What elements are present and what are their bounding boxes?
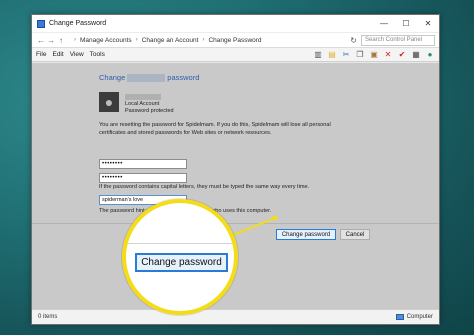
account-card: ● Local Account Password protected bbox=[99, 92, 174, 115]
user-avatar-icon: ● bbox=[99, 92, 119, 112]
change-password-button[interactable]: Change password bbox=[276, 229, 336, 240]
menu-bar: File Edit View Tools ▥ ▤ ✂ ❐ ▣ ✕ ✔ ▦ ● bbox=[32, 47, 439, 62]
menu-edit[interactable]: Edit bbox=[52, 51, 63, 58]
check-icon[interactable]: ✔ bbox=[397, 50, 407, 60]
status-location-label: Computer bbox=[406, 314, 433, 320]
redacted-account-name bbox=[125, 94, 161, 100]
cut-icon[interactable]: ✂ bbox=[341, 50, 351, 60]
layout-icon[interactable]: ▦ bbox=[411, 50, 421, 60]
back-arrow-icon[interactable]: ← bbox=[36, 36, 46, 45]
page-title-prefix: Change bbox=[99, 73, 126, 82]
globe-icon[interactable]: ● bbox=[425, 50, 435, 60]
window-controls: — ☐ ✕ bbox=[373, 15, 439, 32]
status-bar: 0 items Computer bbox=[32, 309, 439, 324]
search-input[interactable]: Search Control Panel bbox=[361, 34, 435, 46]
copy-icon[interactable]: ❐ bbox=[355, 50, 365, 60]
status-location: Computer bbox=[395, 314, 433, 320]
reset-warning-text: You are resetting the password for Spide… bbox=[99, 122, 331, 136]
menu-view[interactable]: View bbox=[70, 51, 84, 58]
pane-icon[interactable]: ▥ bbox=[313, 50, 323, 60]
title-bar: Change Password — ☐ ✕ bbox=[32, 15, 439, 32]
item-count: 0 items bbox=[38, 314, 58, 320]
breadcrumb-manage-accounts[interactable]: Manage Accounts bbox=[78, 37, 134, 44]
account-info: Local Account Password protected bbox=[125, 92, 174, 115]
breadcrumb: › Manage Accounts › Change an Account › … bbox=[72, 37, 264, 44]
redacted-username bbox=[127, 73, 166, 82]
cancel-button[interactable]: Cancel bbox=[340, 229, 370, 240]
menu-file[interactable]: File bbox=[36, 51, 46, 58]
window-title: Change Password bbox=[49, 20, 107, 27]
case-sensitivity-note: If the password contains capital letters… bbox=[99, 184, 310, 190]
folder-icon[interactable]: ▤ bbox=[327, 50, 337, 60]
paste-icon[interactable]: ▣ bbox=[369, 50, 379, 60]
breadcrumb-change-password[interactable]: Change Password bbox=[206, 37, 263, 44]
change-password-window: Change Password — ☐ ✕ ← → ↑ › Manage Acc… bbox=[31, 14, 440, 325]
magnifier-callout: Change password bbox=[122, 199, 238, 315]
page-title-suffix: password bbox=[167, 73, 200, 82]
minimize-button[interactable]: — bbox=[373, 15, 395, 32]
page-title: Change password bbox=[99, 73, 199, 82]
breadcrumb-change-account[interactable]: Change an Account bbox=[140, 37, 201, 44]
toolbar: ▥ ▤ ✂ ❐ ▣ ✕ ✔ ▦ ● bbox=[313, 50, 435, 60]
magnified-divider bbox=[126, 243, 234, 244]
up-arrow-icon[interactable]: ↑ bbox=[56, 36, 66, 45]
delete-icon[interactable]: ✕ bbox=[383, 50, 393, 60]
refresh-icon[interactable]: ↻ bbox=[346, 36, 361, 45]
new-password-field[interactable]: •••••••• bbox=[99, 159, 187, 169]
close-button[interactable]: ✕ bbox=[417, 15, 439, 32]
divider bbox=[32, 223, 439, 224]
confirm-password-field[interactable]: •••••••• bbox=[99, 173, 187, 183]
menu-tools[interactable]: Tools bbox=[90, 51, 105, 58]
maximize-button[interactable]: ☐ bbox=[395, 15, 417, 32]
computer-icon bbox=[395, 314, 404, 320]
account-type: Local Account bbox=[125, 101, 160, 107]
account-status: Password protected bbox=[125, 108, 174, 114]
control-panel-icon bbox=[37, 19, 45, 28]
magnified-change-password-button: Change password bbox=[135, 253, 228, 272]
address-bar: ← → ↑ › Manage Accounts › Change an Acco… bbox=[32, 32, 439, 47]
forward-arrow-icon[interactable]: → bbox=[46, 36, 56, 45]
